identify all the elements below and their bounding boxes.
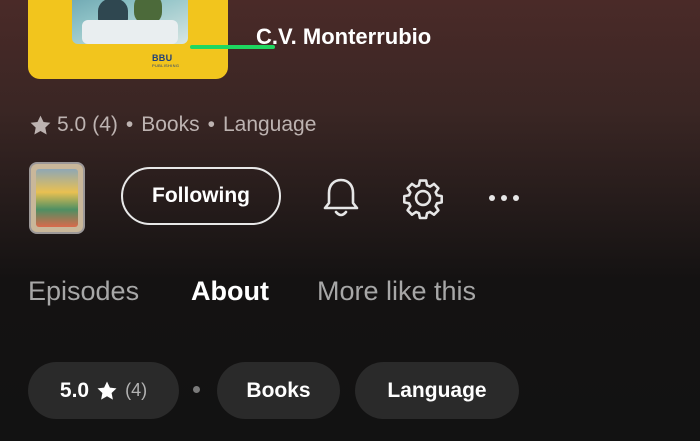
chip-separator-dot bbox=[193, 386, 200, 393]
more-options-button[interactable] bbox=[484, 184, 524, 212]
meta-rating-count: (4) bbox=[92, 113, 118, 136]
podcast-cover-image: BBU PUBLISHING bbox=[28, 0, 228, 79]
chip-rating-value: 5.0 bbox=[59, 378, 90, 402]
tab-episodes[interactable]: Episodes bbox=[28, 276, 139, 307]
more-icon bbox=[489, 195, 519, 201]
rating-chip[interactable]: 5.0 (4) bbox=[28, 362, 179, 419]
star-icon bbox=[97, 381, 117, 400]
podcast-thumbnail[interactable] bbox=[29, 162, 85, 234]
meta-subcategory[interactable]: Language bbox=[223, 113, 316, 137]
notifications-button[interactable] bbox=[318, 175, 364, 221]
tab-more-like-this[interactable]: More like this bbox=[317, 276, 476, 307]
gear-icon bbox=[403, 179, 443, 220]
podcast-meta-row: 5.0 (4) • Books • Language bbox=[28, 112, 316, 138]
tab-about[interactable]: About bbox=[191, 276, 269, 307]
meta-category[interactable]: Books bbox=[141, 113, 199, 137]
following-button[interactable]: Following bbox=[121, 167, 281, 225]
bell-icon bbox=[323, 178, 359, 217]
meta-separator: • bbox=[207, 113, 215, 136]
chip-rating-count: (4) bbox=[125, 380, 148, 400]
cover-photo bbox=[72, 0, 188, 44]
category-chip-books[interactable]: Books bbox=[217, 362, 340, 419]
meta-separator: • bbox=[125, 113, 134, 136]
active-tab-indicator bbox=[190, 45, 275, 49]
author-name[interactable]: C.V. Monterrubio bbox=[256, 24, 431, 50]
settings-button[interactable] bbox=[400, 175, 446, 221]
category-chip-language[interactable]: Language bbox=[355, 362, 519, 419]
meta-rating: 5.0 bbox=[57, 113, 87, 136]
publisher-logo: BBU PUBLISHING bbox=[152, 53, 180, 68]
star-icon bbox=[30, 115, 51, 134]
